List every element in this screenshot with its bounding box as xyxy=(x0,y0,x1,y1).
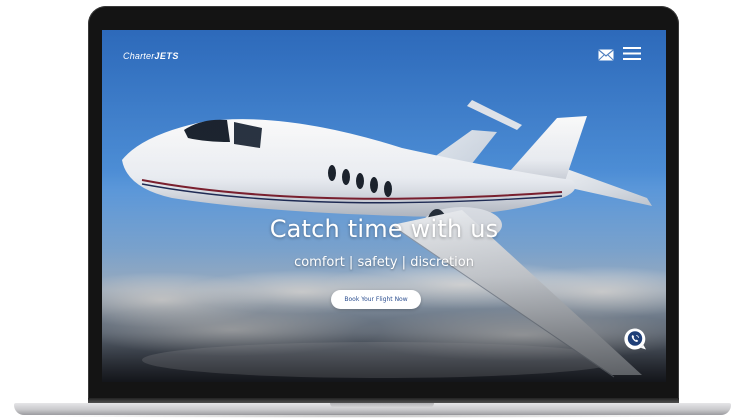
hamburger-menu-icon[interactable] xyxy=(623,46,641,61)
laptop-opening-notch xyxy=(330,403,434,408)
hero-title: Catch time with us xyxy=(269,215,499,243)
laptop-mockup: CharterJETS Catch time with us comfort |… xyxy=(0,0,745,419)
brand-logo[interactable]: CharterJETS xyxy=(123,51,179,61)
logo-text-charter: Charter xyxy=(123,51,155,61)
hero-tagline: comfort | safety | discretion xyxy=(294,255,474,270)
laptop-shadow xyxy=(30,414,715,418)
book-flight-button[interactable]: Book Your Flight Now xyxy=(331,290,421,309)
hero-background-image xyxy=(102,30,666,382)
logo-text-jets: JETS xyxy=(154,51,179,61)
envelope-icon[interactable] xyxy=(598,48,614,61)
phone-chat-icon[interactable] xyxy=(623,327,647,351)
website-screen: CharterJETS Catch time with us comfort |… xyxy=(102,30,666,382)
